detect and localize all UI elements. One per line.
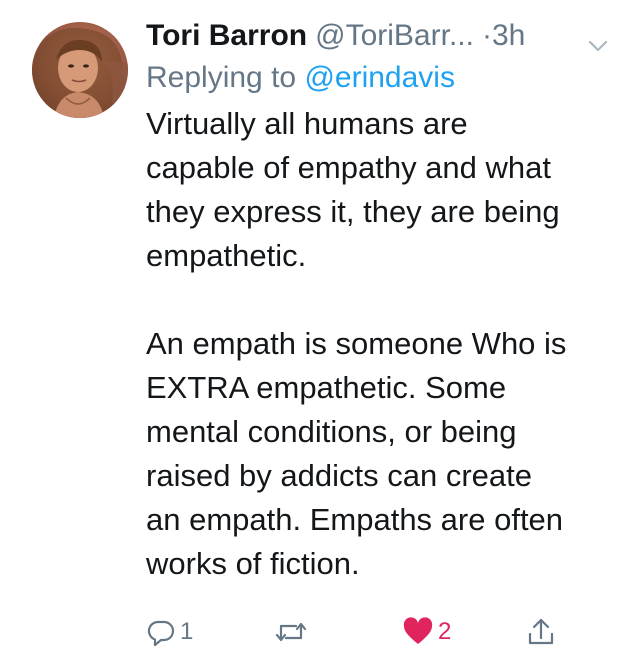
tweet-paragraph: Virtually all humans are capable of empa…	[146, 102, 621, 278]
share-button[interactable]	[526, 612, 556, 652]
user-handle[interactable]: @ToriBarr...	[315, 14, 474, 58]
tweet-line: raised by addicts can create	[146, 458, 532, 493]
reply-mention-link[interactable]: @erindavis	[304, 61, 455, 94]
avatar-image	[32, 22, 128, 118]
tweet-content: Tori Barron @ToriBarr... ·3h Replying to…	[146, 14, 621, 586]
reply-icon	[146, 617, 176, 647]
like-count: 2	[438, 618, 452, 645]
chevron-down-icon[interactable]	[587, 26, 609, 52]
tweet-line: mental conditions, or being	[146, 414, 517, 449]
timestamp[interactable]: ·3h	[482, 14, 525, 58]
tweet-paragraph: An empath is someone Who is EXTRA empath…	[146, 322, 621, 586]
tweet-line: EXTRA empathetic. Some	[146, 370, 507, 405]
tweet[interactable]: Tori Barron @ToriBarr... ·3h Replying to…	[0, 0, 639, 665]
heart-icon	[402, 617, 434, 647]
tweet-line: an empath. Empaths are often	[146, 502, 564, 537]
reply-button[interactable]: 1	[146, 612, 193, 652]
tweet-line: Virtually all humans are	[146, 106, 468, 141]
replying-to-label: Replying to	[146, 61, 297, 94]
replying-to: Replying to @erindavis	[146, 58, 621, 98]
retweet-icon	[274, 617, 308, 647]
like-button[interactable]: 2	[402, 612, 451, 652]
tweet-text: Virtually all humans are capable of empa…	[146, 102, 621, 586]
tweet-line: An empath is someone Who is	[146, 326, 567, 361]
tweet-line: empathetic.	[146, 238, 307, 273]
tweet-line: capable of empathy and what	[146, 150, 551, 185]
tweet-line: they express it, they are being	[146, 194, 560, 229]
display-name[interactable]: Tori Barron	[146, 14, 307, 58]
share-icon	[526, 616, 556, 648]
retweet-button[interactable]	[274, 612, 312, 652]
avatar[interactable]	[32, 22, 128, 118]
tweet-actions: 1 2	[146, 612, 586, 652]
tweet-line: works of fiction.	[146, 546, 360, 581]
tweet-header: Tori Barron @ToriBarr... ·3h	[146, 14, 621, 58]
reply-count: 1	[180, 618, 194, 645]
